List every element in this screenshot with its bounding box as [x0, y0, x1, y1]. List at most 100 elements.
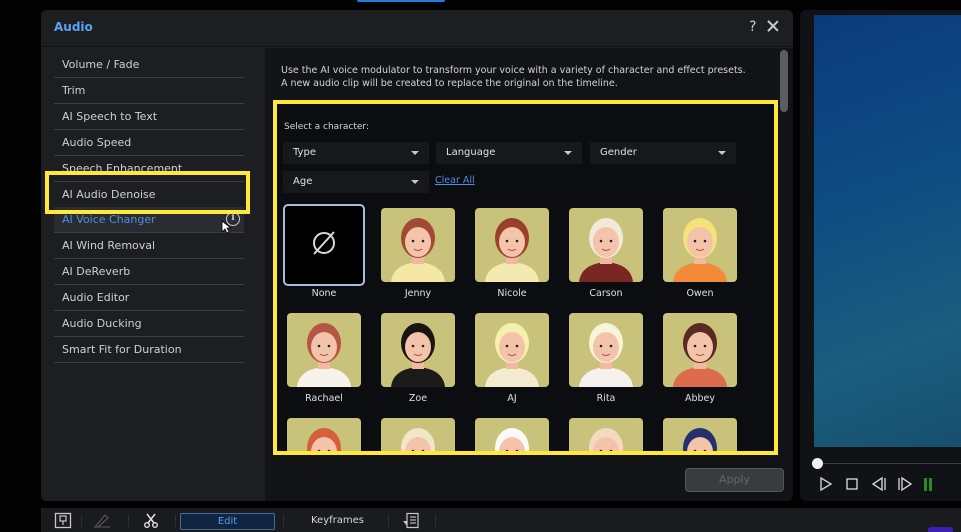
bottom-toolbar: Edit Keyframes — [41, 508, 961, 532]
character-item-10[interactable] — [283, 414, 365, 451]
character-zoe[interactable]: Zoe — [377, 309, 459, 409]
character-name: Rachael — [305, 393, 343, 404]
apply-button[interactable]: Apply — [685, 468, 784, 492]
character-name: Zoe — [408, 393, 428, 404]
type-dropdown[interactable]: Type — [283, 142, 429, 164]
toolbar-divider — [388, 515, 389, 527]
language-dropdown[interactable]: Language — [436, 142, 582, 164]
sidebar-item-label: AI Wind Removal — [62, 239, 156, 253]
character-owen[interactable]: Owen — [659, 204, 741, 304]
character-carson[interactable]: Carson — [565, 204, 647, 304]
preview-panel — [800, 10, 961, 501]
seek-track[interactable] — [818, 463, 961, 464]
sidebar-item-smart-fit-for-duration[interactable]: Smart Fit for Duration — [54, 337, 244, 363]
next-frame-icon[interactable] — [897, 476, 913, 492]
sidebar-item-label: Audio Editor — [62, 291, 130, 305]
character-name: Owen — [686, 288, 714, 299]
edit-tab[interactable]: Edit — [180, 513, 275, 530]
sidebar-item-volume-fade[interactable]: Volume / Fade — [54, 52, 244, 78]
character-avatar — [381, 313, 455, 387]
gender-dropdown[interactable]: Gender — [590, 142, 736, 164]
toolbar-divider — [81, 515, 82, 527]
toolbar-divider — [175, 515, 176, 527]
play-icon[interactable] — [818, 476, 834, 492]
audio-dialog: Audio ? Volume / Fade Trim AI Speech to Te… — [41, 10, 793, 501]
character-rita[interactable]: Rita — [565, 309, 647, 409]
age-dropdown[interactable]: Age — [283, 171, 429, 193]
scrollbar[interactable] — [780, 50, 788, 112]
keyframes-tab[interactable]: Keyframes — [311, 515, 364, 526]
character-name: Rita — [596, 393, 616, 404]
sidebar-item-audio-editor[interactable]: Audio Editor — [54, 285, 244, 312]
character-nicole[interactable]: Nicole — [471, 204, 553, 304]
character-avatar — [663, 208, 737, 282]
seek-handle[interactable] — [812, 458, 823, 469]
app-root: Audio ? Volume / Fade Trim AI Speech to Te… — [0, 0, 961, 532]
sidebar-item-label: AI Voice Changer — [62, 213, 156, 227]
toolbar-divider — [435, 515, 436, 527]
scissors-icon[interactable] — [142, 512, 160, 529]
character-name: Jenny — [404, 288, 432, 299]
language-dropdown-label: Language — [446, 147, 496, 158]
character-avatar — [569, 313, 643, 387]
character-avatar — [287, 418, 361, 451]
video-preview — [814, 15, 961, 447]
sidebar-item-label: AI DeReverb — [62, 265, 131, 279]
character-name: Carson — [589, 288, 623, 299]
type-dropdown-label: Type — [293, 147, 316, 158]
voice-changer-panel: Use the AI voice modulator to transform … — [265, 48, 793, 501]
chevron-down-icon — [564, 151, 572, 155]
character-thumbnail-none — [283, 204, 365, 286]
character-jenny[interactable]: Jenny — [377, 204, 459, 304]
character-aj[interactable]: AJ — [471, 309, 553, 409]
toolbar-divider — [128, 515, 129, 527]
character-avatar — [663, 313, 737, 387]
description-text: Use the AI voice modulator to transform … — [281, 65, 746, 89]
character-name: None — [311, 288, 337, 299]
character-abbey[interactable]: Abbey — [659, 309, 741, 409]
sidebar-item-label: Trim — [62, 83, 86, 97]
character-avatar — [569, 208, 643, 282]
sidebar-item-ai-wind-removal[interactable]: AI Wind Removal — [54, 233, 244, 260]
age-dropdown-label: Age — [293, 176, 313, 187]
character-rachael[interactable]: Rachael — [283, 309, 365, 409]
character-avatar — [475, 418, 549, 451]
close-icon[interactable] — [765, 18, 781, 34]
subtitle-list-icon[interactable] — [402, 512, 420, 529]
sidebar-item-trim[interactable]: Trim — [54, 78, 244, 104]
dialog-header: Audio ? — [41, 10, 793, 47]
stop-icon[interactable] — [844, 476, 860, 492]
help-button[interactable]: ? — [749, 19, 756, 35]
audio-level-icon — [924, 478, 932, 491]
clear-all-link[interactable]: Clear All — [435, 175, 475, 186]
character-avatar — [287, 313, 361, 387]
character-name: Abbey — [684, 393, 716, 404]
sidebar-item-audio-speed[interactable]: Audio Speed — [54, 130, 244, 156]
character-avatar — [475, 208, 549, 282]
pen-icon[interactable] — [93, 512, 111, 529]
dialog-title: Audio — [54, 20, 93, 34]
character-avatar — [381, 208, 455, 282]
character-item-12[interactable] — [471, 414, 553, 451]
character-item-13[interactable] — [565, 414, 647, 451]
character-item-11[interactable] — [377, 414, 459, 451]
previous-frame-icon[interactable] — [871, 476, 887, 492]
empty-set-icon — [313, 231, 335, 255]
sidebar-item-label: AI Speech to Text — [62, 109, 158, 123]
character-name: Nicole — [497, 288, 527, 299]
character-item-14[interactable] — [659, 414, 741, 451]
gender-dropdown-label: Gender — [600, 147, 637, 158]
chevron-down-icon — [411, 180, 419, 184]
sidebar-item-label: Audio Speed — [62, 135, 132, 149]
sidebar-item-audio-ducking[interactable]: Audio Ducking — [54, 311, 244, 337]
sidebar-item-label: Smart Fit for Duration — [62, 342, 182, 356]
fit-frame-icon[interactable] — [54, 512, 72, 529]
sidebar-item-label: Audio Ducking — [62, 317, 142, 330]
sidebar-item-ai-dereverb[interactable]: AI DeReverb — [54, 259, 244, 286]
sidebar-item-ai-speech-to-text[interactable]: AI Speech to Text — [54, 104, 244, 130]
mouse-cursor-icon — [221, 220, 233, 234]
character-none[interactable]: None — [283, 204, 365, 304]
top-active-tab-indicator[interactable] — [357, 0, 445, 2]
audio-tools-sidebar: Volume / Fade Trim AI Speech to Text Audio … — [41, 48, 264, 501]
chevron-down-icon — [411, 151, 419, 155]
